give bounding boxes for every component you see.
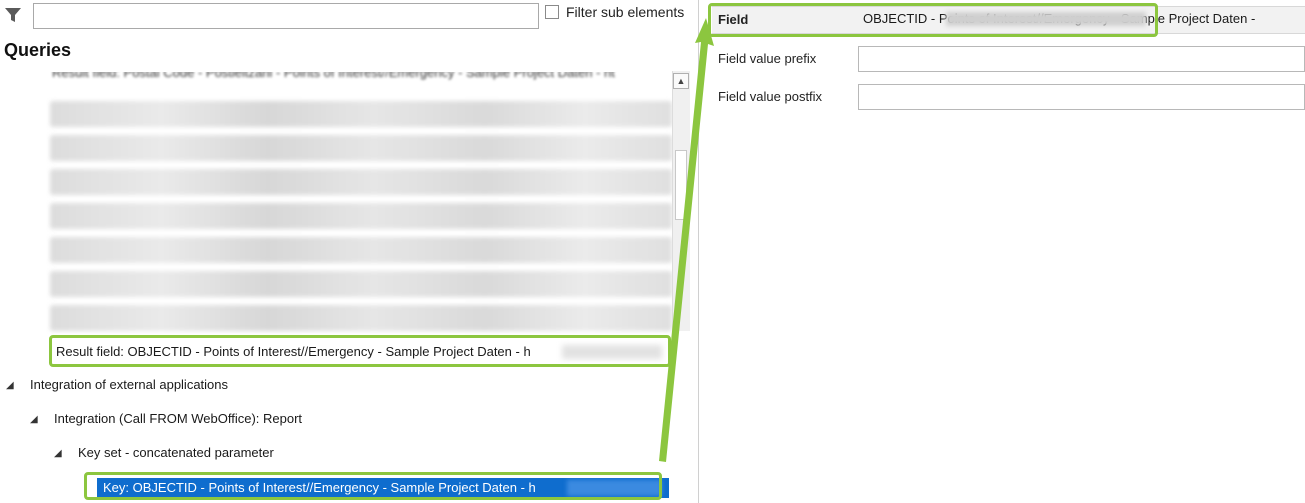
callout-arrow <box>659 18 714 462</box>
filter-icon[interactable] <box>4 6 22 24</box>
tree-row-blurred[interactable] <box>50 203 672 229</box>
tree-row-blurred[interactable] <box>50 271 672 297</box>
expand-arrow-icon[interactable]: ◢ <box>30 414 38 425</box>
expand-arrow-icon[interactable]: ◢ <box>6 380 14 391</box>
field-postfix-label: Field value postfix <box>718 89 823 104</box>
filter-input[interactable] <box>33 3 539 29</box>
expand-arrow-icon[interactable]: ◢ <box>54 448 62 459</box>
tree-node-key-set[interactable]: Key set - concatenated parameter <box>78 445 274 460</box>
tree-row-partial[interactable]: Result field: Postal Code - Postleitzahl… <box>50 72 672 86</box>
tree-node-integration-call[interactable]: Integration (Call FROM WebOffice): Repor… <box>54 411 302 426</box>
highlight-box <box>84 472 662 500</box>
filter-sub-elements-checkbox[interactable] <box>545 5 559 19</box>
tree-row-blurred[interactable] <box>50 305 672 331</box>
field-postfix-input[interactable] <box>858 84 1305 110</box>
field-prefix-label: Field value prefix <box>718 51 817 66</box>
tree-row-blurred[interactable] <box>50 169 672 195</box>
tree-row-blurred[interactable] <box>50 101 672 127</box>
tree-row-blurred[interactable] <box>50 237 672 263</box>
result-field-row[interactable]: Result field: OBJECTID - Points of Inter… <box>49 335 671 367</box>
queries-title: Queries <box>4 40 72 60</box>
tree-row-partial-label: Result field: Postal Code - Postleitzahl… <box>52 72 615 80</box>
tree-row-blurred[interactable] <box>50 135 672 161</box>
tree-node-integration-external[interactable]: Integration of external applications <box>30 377 228 392</box>
field-prefix-input[interactable] <box>858 46 1305 72</box>
result-field-label: Result field: OBJECTID - Points of Inter… <box>56 344 531 359</box>
highlight-box <box>708 3 1158 37</box>
